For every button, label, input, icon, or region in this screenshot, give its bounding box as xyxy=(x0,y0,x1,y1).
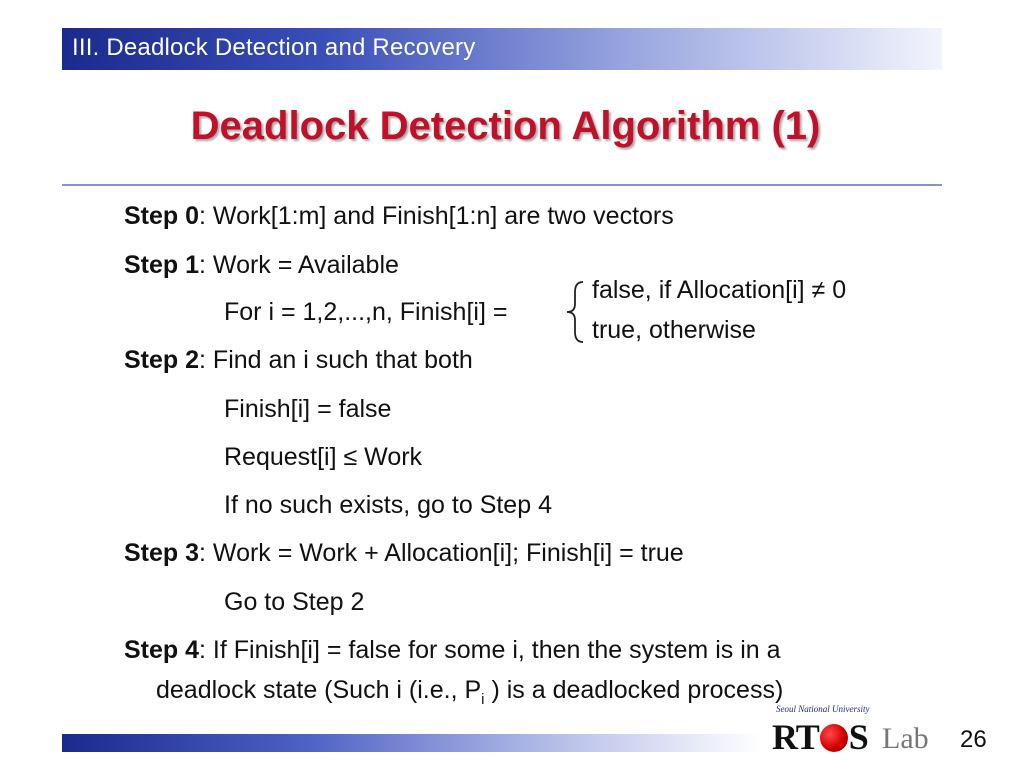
page-number: 26 xyxy=(960,726,987,753)
logo-lab-text: Lab xyxy=(882,722,929,755)
step-0-text: : Work[1:m] and Finish[1:n] are two vect… xyxy=(199,202,674,230)
footer-bar xyxy=(62,734,762,752)
step-4-text: : If Finish[i] = false for some i, then … xyxy=(199,636,781,664)
step-0-label: Step 0 xyxy=(124,202,200,230)
step-3-label: Step 3 xyxy=(124,539,200,567)
step-2: Step 2: Find an i such that both xyxy=(124,346,473,375)
section-title: III. Deadlock Detection and Recovery xyxy=(72,34,476,61)
step-3-text: : Work = Work + Allocation[i]; Finish[i]… xyxy=(199,539,684,567)
step-2-line-1: Finish[i] = false xyxy=(224,395,392,423)
step-0: Step 0: Work[1:m] and Finish[1:n] are tw… xyxy=(124,202,674,231)
step-1-label: Step 1 xyxy=(124,251,200,279)
step-1-case-false: false, if Allocation[i] ≠ 0 xyxy=(592,276,847,304)
step-1-for-line: For i = 1,2,...,n, Finish[i] = xyxy=(224,298,508,326)
step-2-line-3: If no such exists, go to Step 4 xyxy=(224,491,552,519)
step-1-case-true: true, otherwise xyxy=(592,316,756,344)
step-4-continuation: deadlock state (Such i (i.e., Pi ) is a … xyxy=(156,676,783,708)
slide-title: Deadlock Detection Algorithm (1) xyxy=(190,104,821,148)
logo-s-text: S xyxy=(848,717,869,757)
logo-rt-text: RT xyxy=(772,717,820,757)
curly-brace-icon xyxy=(566,281,584,343)
rtos-logo: RT S xyxy=(772,716,869,758)
step-2-label: Step 2 xyxy=(124,346,200,374)
logo-university-text: Seoul National University xyxy=(776,704,870,714)
step-2-line-2: Request[i] ≤ Work xyxy=(224,443,423,471)
step-2-text: : Find an i such that both xyxy=(199,346,473,374)
step-3-line-1: Go to Step 2 xyxy=(224,588,365,616)
title-divider xyxy=(62,184,942,186)
step-1: Step 1: Work = Available xyxy=(124,251,399,280)
step-4-cont-prefix: deadlock state (Such i (i.e., P xyxy=(156,676,482,704)
step-4-cont-suffix: ) is a deadlocked process) xyxy=(484,676,784,704)
step-3: Step 3: Work = Work + Allocation[i]; Fin… xyxy=(124,539,684,568)
step-1-text: : Work = Available xyxy=(199,251,399,279)
red-ball-icon xyxy=(819,724,848,752)
step-4-label: Step 4 xyxy=(124,636,200,664)
step-4: Step 4: If Finish[i] = false for some i,… xyxy=(124,636,781,665)
